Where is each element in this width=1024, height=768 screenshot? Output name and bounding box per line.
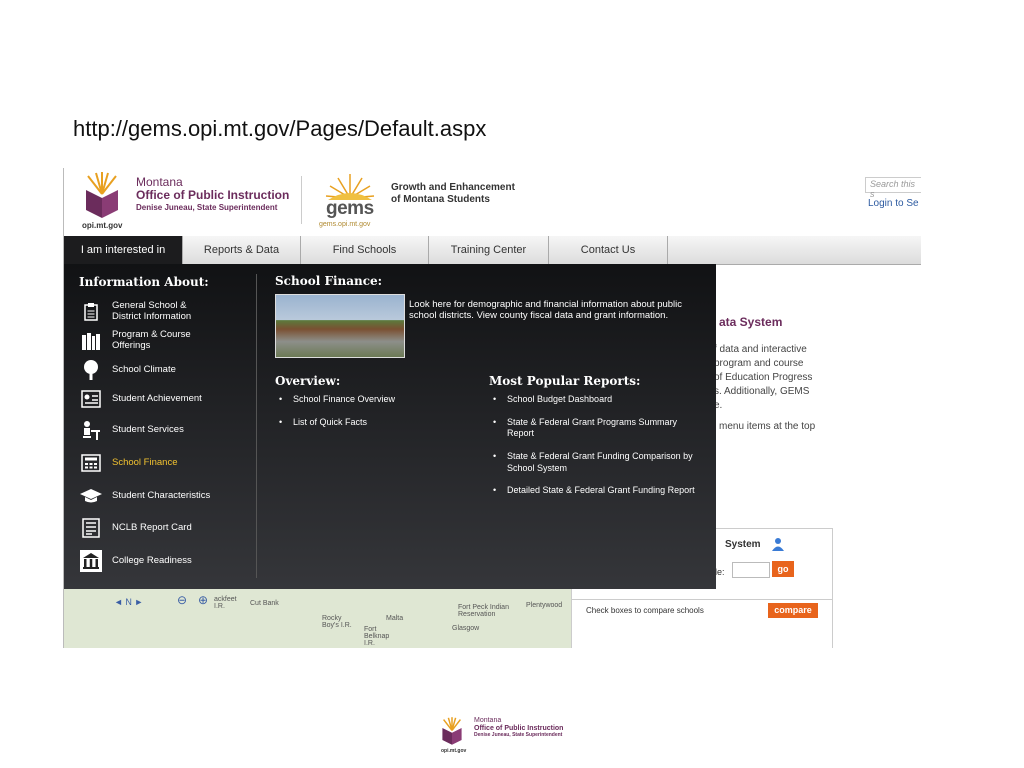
nav-tab-contact-us[interactable]: Contact Us xyxy=(549,236,668,264)
menu-divider xyxy=(256,274,257,578)
map-pan-control[interactable]: ◄ N ► xyxy=(114,597,143,607)
nav-tab-find-schools[interactable]: Find Schools xyxy=(301,236,429,264)
menu-item-label: NCLB Report Card xyxy=(112,521,192,533)
menu-item-student-achievement[interactable]: Student Achievement xyxy=(80,389,202,409)
menu-item-label: School Finance xyxy=(112,456,178,468)
map-label: Plentywood xyxy=(526,602,563,609)
menu-item-label: School Climate xyxy=(112,363,176,375)
opi-line3: Denise Juneau, State Superintendent xyxy=(136,203,278,213)
menu-item-school-finance[interactable]: School Finance xyxy=(80,453,177,473)
map-label: ackfeet I.R. xyxy=(214,596,237,610)
slide-title: http://gems.opi.mt.gov/Pages/Default.asp… xyxy=(73,116,487,141)
gems-url: gems.opi.mt.gov xyxy=(319,221,371,228)
intro-line: f data and interactive xyxy=(714,344,807,355)
menu-item-school-climate[interactable]: School Climate xyxy=(80,360,176,380)
code-input[interactable] xyxy=(732,562,770,578)
link-grant-programs-summary[interactable]: State & Federal Grant Programs Summary R… xyxy=(489,417,699,440)
student-desk-icon xyxy=(80,420,102,440)
intro-line: s. Additionally, GEMS xyxy=(714,386,810,397)
go-button[interactable]: go xyxy=(772,561,794,577)
compare-row: Check boxes to compare schools compare xyxy=(572,599,832,622)
page-heading-fragment: ata System xyxy=(719,315,783,329)
map-label: Rocky Boy's I.R. xyxy=(322,615,352,629)
person-icon xyxy=(772,538,784,551)
link-school-budget-dashboard[interactable]: School Budget Dashboard xyxy=(489,394,699,406)
system-title: System xyxy=(725,539,761,550)
menu-item-nclb-report-card[interactable]: NCLB Report Card xyxy=(80,518,192,538)
intro-line: e. xyxy=(714,400,723,411)
menu-item-label: Student Achievement xyxy=(112,392,202,404)
info-heading: Information About: xyxy=(79,275,209,289)
calculator-icon xyxy=(80,453,102,473)
popular-heading: Most Popular Reports: xyxy=(489,374,641,388)
nav-tab-training-center[interactable]: Training Center xyxy=(429,236,549,264)
intro-line: of Education Progress xyxy=(714,372,813,383)
report-card-icon xyxy=(80,518,102,538)
menu-item-label: College Readiness xyxy=(112,554,192,566)
school-building-photo xyxy=(275,294,405,358)
menu-item-label: Student Characteristics xyxy=(112,489,211,501)
clipboard-icon xyxy=(80,302,102,322)
menu-item-label: Student Services xyxy=(112,423,184,435)
gems-tagline: Growth and Enhancement of Montana Studen… xyxy=(391,182,515,206)
map-label: Glasgow xyxy=(452,625,480,632)
footer-url: opi.mt.gov xyxy=(441,748,467,754)
certificate-icon xyxy=(80,389,102,409)
login-link[interactable]: Login to Se xyxy=(868,198,919,209)
header-divider xyxy=(301,176,302,224)
footer-line3: Denise Juneau, State Superintendent xyxy=(474,732,563,739)
mega-menu: Information About: General School & Dist… xyxy=(64,264,716,589)
menu-item-label: General School & District Information xyxy=(112,300,192,322)
popular-reports-list: School Budget Dashboard State & Federal … xyxy=(489,394,699,508)
zoom-in-icon[interactable]: ⊕ xyxy=(198,593,208,607)
map-label: Fort Belknap I.R. xyxy=(364,626,390,647)
tree-icon xyxy=(80,360,102,380)
opi-brand-text[interactable]: Montana Office of Public Instruction Den… xyxy=(136,175,290,213)
footer-line1: Montana xyxy=(474,717,502,724)
link-detailed-grant-funding[interactable]: Detailed State & Federal Grant Funding R… xyxy=(489,485,699,497)
zoom-out-icon[interactable]: ⊖ xyxy=(177,593,187,607)
overview-heading: Overview: xyxy=(275,374,341,388)
footer-opi-logo-icon xyxy=(442,717,462,745)
books-icon xyxy=(80,331,102,351)
intro-line: program and course xyxy=(714,358,804,369)
link-school-finance-overview[interactable]: School Finance Overview xyxy=(275,394,475,406)
main-nav: I am interested in Reports & Data Find S… xyxy=(64,236,921,265)
browser-screenshot: opi.mt.gov Montana Office of Public Inst… xyxy=(63,168,921,648)
menu-item-program-course[interactable]: Program & Course Offerings xyxy=(80,329,202,352)
gems-tagline-line1: Growth and Enhancement xyxy=(391,182,515,193)
map-label: Malta xyxy=(386,615,404,622)
nav-tab-interested-in[interactable]: I am interested in xyxy=(64,236,183,264)
map-label: Fort Peck Indian Reservation xyxy=(458,604,509,618)
link-quick-facts[interactable]: List of Quick Facts xyxy=(275,417,475,429)
menu-item-college-readiness[interactable]: College Readiness xyxy=(80,550,192,572)
overview-list: School Finance Overview List of Quick Fa… xyxy=(275,394,475,439)
montana-map[interactable]: ◄ N ► ⊖ ⊕ ackfeet I.R. Cut Bank Rocky Bo… xyxy=(64,588,571,648)
footer-brand-text: Montana Office of Public Instruction Den… xyxy=(474,717,563,739)
compare-button[interactable]: compare xyxy=(768,603,818,618)
gems-logo-text[interactable]: gems xyxy=(326,198,374,220)
link-grant-funding-comparison[interactable]: State & Federal Grant Funding Comparison… xyxy=(489,451,699,474)
menu-item-label: Program & Course Offerings xyxy=(112,329,191,351)
page-intro-text: f data and interactive program and cours… xyxy=(714,343,831,413)
north-label: N xyxy=(125,597,132,607)
menu-item-general-school[interactable]: General School & District Information xyxy=(80,300,202,323)
map-label: Cut Bank xyxy=(250,600,279,607)
nav-tab-reports-data[interactable]: Reports & Data xyxy=(183,236,301,264)
opi-logo-icon[interactable] xyxy=(82,172,122,218)
compare-hint: Check boxes to compare schools xyxy=(586,606,704,615)
opi-line2: Office of Public Instruction xyxy=(136,188,290,203)
finance-heading: School Finance: xyxy=(275,274,383,288)
menu-item-student-characteristics[interactable]: Student Characteristics xyxy=(80,486,210,506)
finance-description: Look here for demographic and financial … xyxy=(409,299,683,322)
site-header: opi.mt.gov Montana Office of Public Inst… xyxy=(64,168,921,236)
page-menu-hint: menu items at the top xyxy=(719,421,816,432)
college-building-icon xyxy=(80,550,102,572)
search-input[interactable]: Search this s xyxy=(865,177,921,199)
opi-url[interactable]: opi.mt.gov xyxy=(82,221,122,230)
graduation-cap-icon xyxy=(80,486,102,506)
gems-tagline-line2: of Montana Students xyxy=(391,194,490,205)
menu-item-student-services[interactable]: Student Services xyxy=(80,420,184,440)
